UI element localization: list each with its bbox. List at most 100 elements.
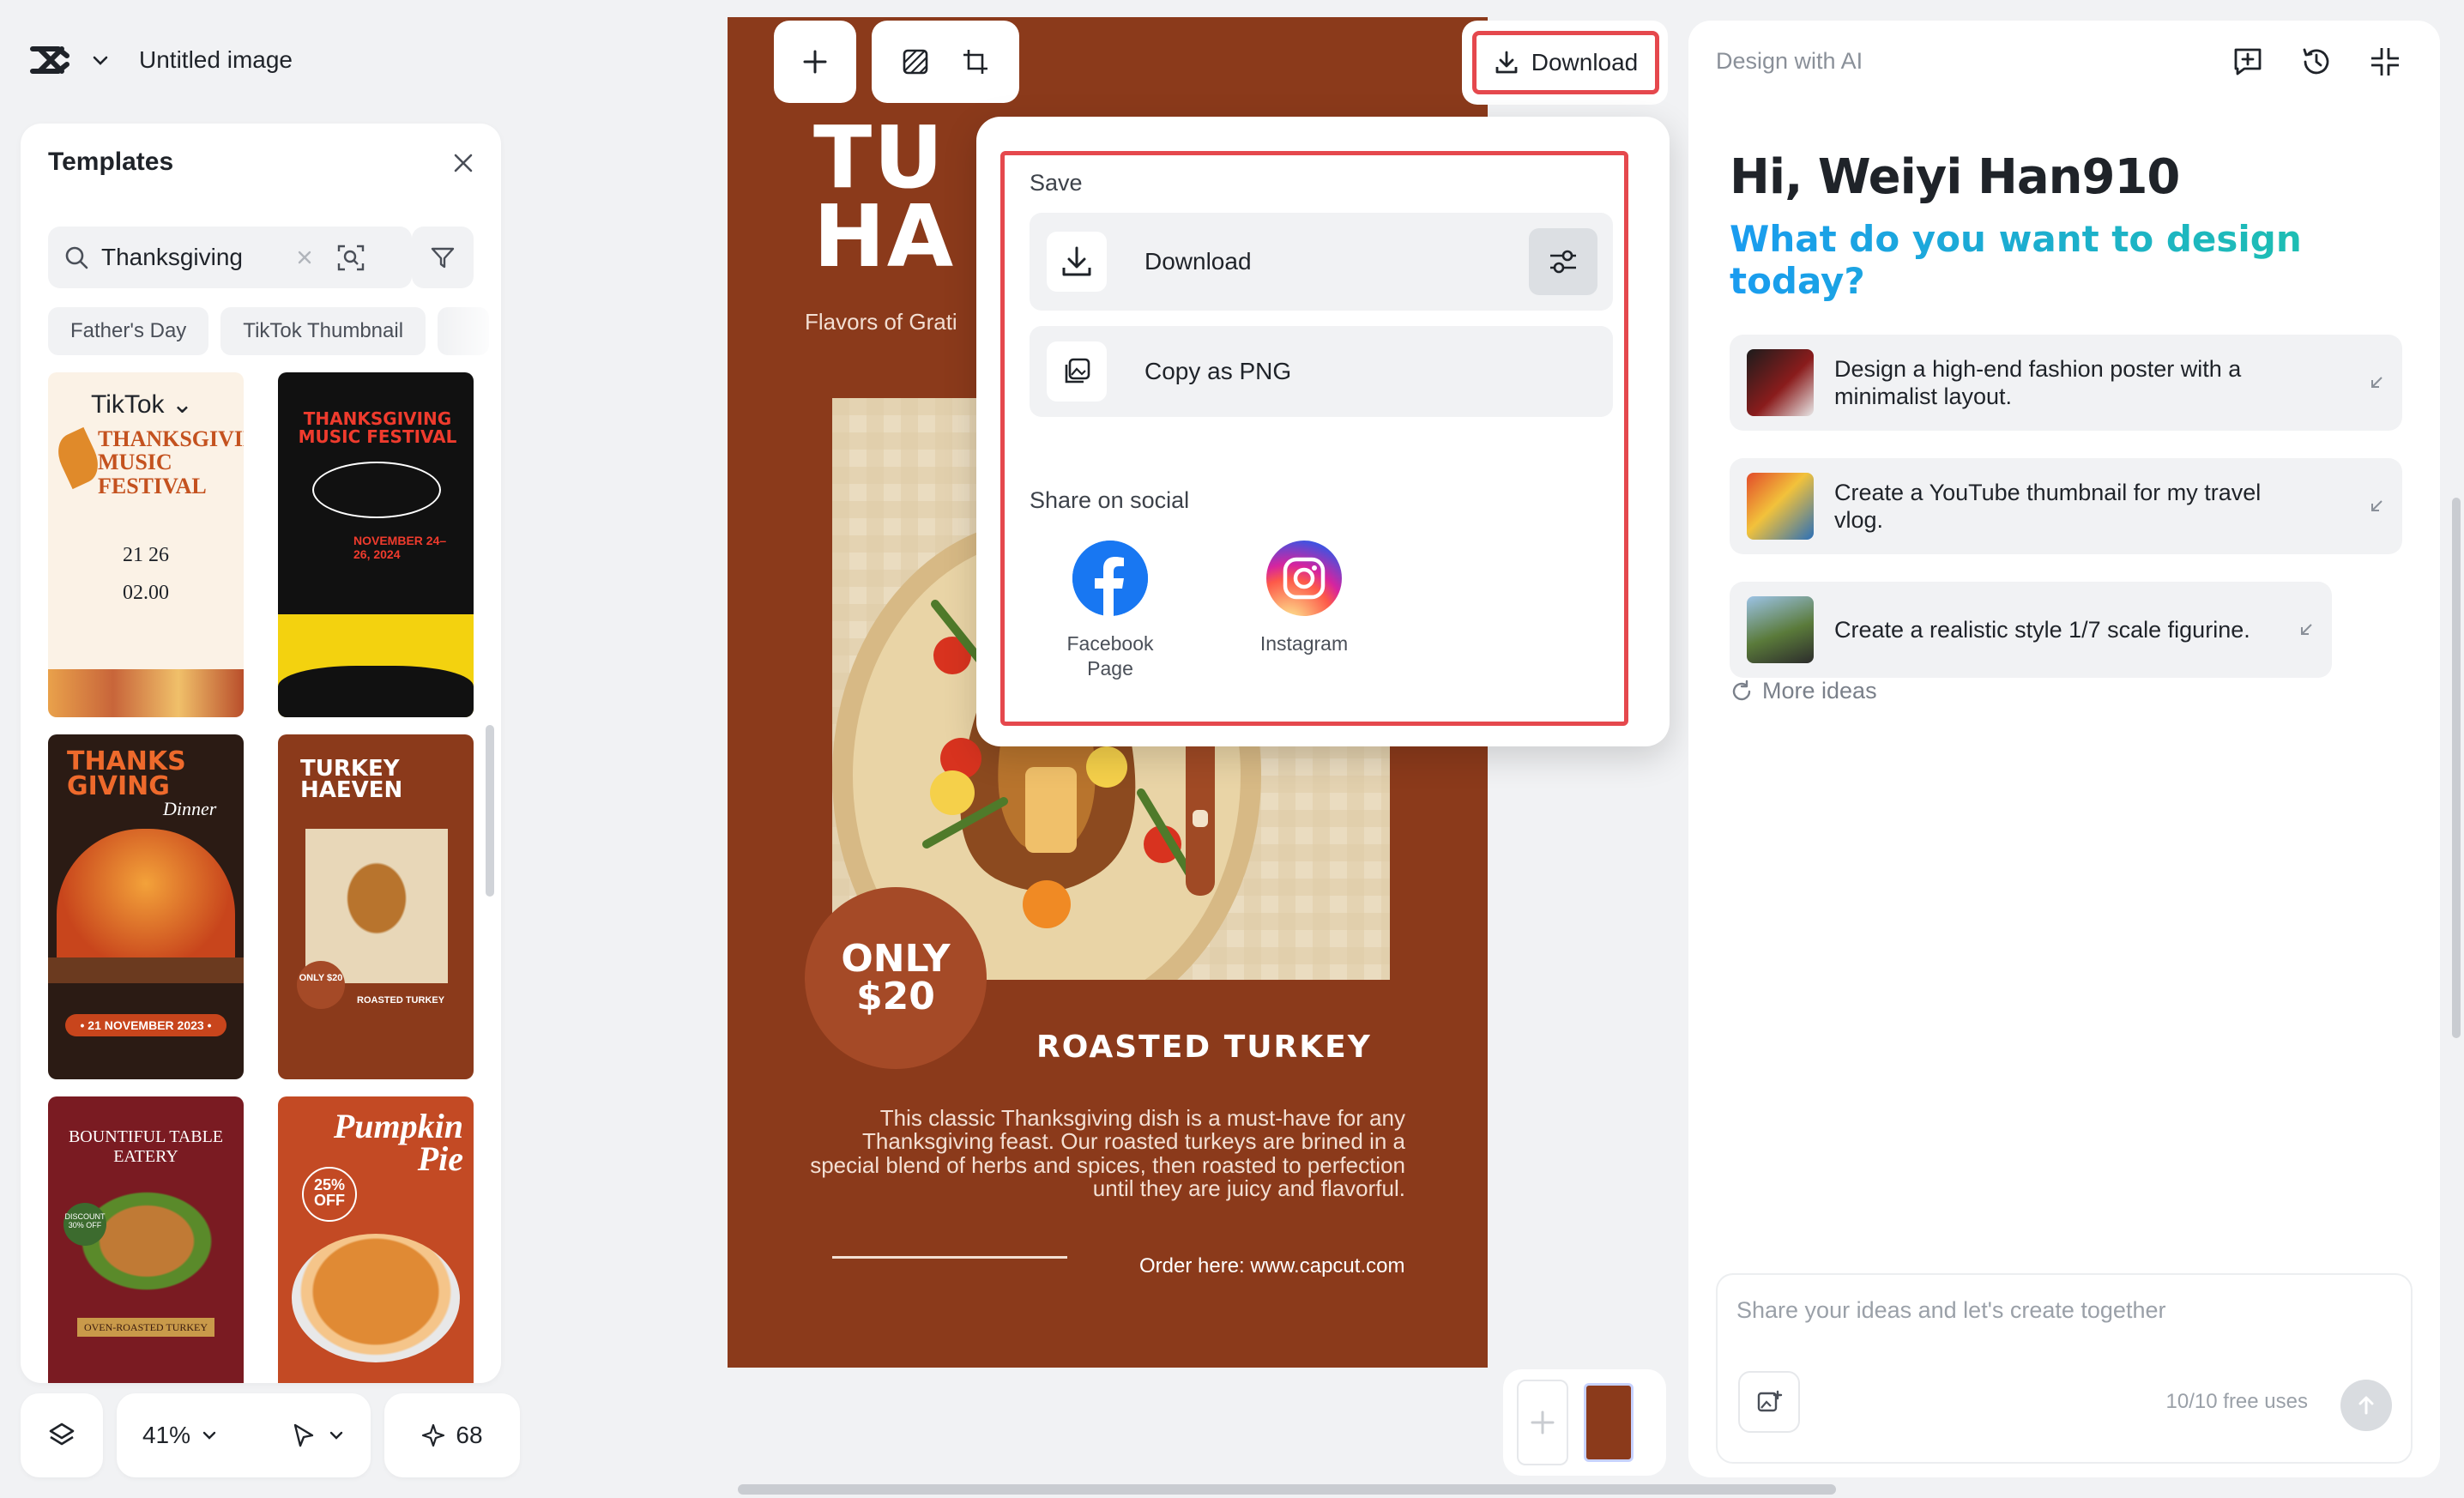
- greeting-subtitle: What do you want to design today?: [1730, 218, 2440, 302]
- history-icon[interactable]: [2299, 45, 2334, 79]
- template-heading: ROASTED TURKEY: [357, 995, 445, 1006]
- canvas-heading[interactable]: ROASTED TURKEY: [1036, 1030, 1372, 1065]
- layers-icon: [47, 1421, 76, 1450]
- template-subtitle: Dinner: [163, 798, 217, 819]
- arrow-down-left-icon: [2277, 621, 2315, 638]
- share-facebook-page[interactable]: Facebook Page: [1042, 541, 1179, 681]
- zoom-selector[interactable]: 41%: [117, 1393, 371, 1477]
- upload-image-button[interactable]: [1738, 1371, 1800, 1433]
- canvas-title-line-2: HA: [813, 186, 956, 287]
- arrow-down-left-icon: [2347, 374, 2385, 391]
- canvas-subtitle[interactable]: Flavors of Grati: [805, 309, 957, 335]
- image-add-icon: [1755, 1388, 1783, 1416]
- chevron-down-icon[interactable]: [91, 51, 110, 69]
- template-chips: Father's Day TikTok Thumbnail: [48, 307, 490, 355]
- template-heading: OVEN-ROASTED TURKEY: [77, 1318, 214, 1337]
- template-title: THANKSGIVING MUSIC FESTIVAL: [98, 426, 244, 498]
- filter-button[interactable]: [412, 227, 474, 288]
- template-badge: DISCOUNT 30% OFF: [63, 1203, 106, 1246]
- ai-panel-scrollbar[interactable]: [2452, 498, 2461, 1038]
- template-badge: ONLY $20: [297, 961, 345, 1009]
- template-search-box[interactable]: [48, 227, 412, 288]
- idea-thumbnail: [1747, 349, 1814, 416]
- share-instagram[interactable]: Instagram: [1235, 541, 1373, 656]
- templates-scrollbar[interactable]: [486, 725, 494, 897]
- pages-strip: [1503, 1369, 1666, 1476]
- template-title: BOUNTIFUL TABLE EATERY: [68, 1127, 224, 1166]
- idea-text: Create a realistic style 1/7 scale figur…: [1834, 616, 2250, 643]
- collapse-icon[interactable]: [2368, 45, 2402, 79]
- template-card-music-festival[interactable]: THANKSGIVING MUSIC FESTIVAL NOVEMBER 24–…: [278, 372, 474, 717]
- bubble-decoration: [312, 462, 441, 518]
- template-card-thanksgiving-festival[interactable]: TikTok ⌄ THANKSGIVING MUSIC FESTIVAL 21 …: [48, 372, 244, 717]
- download-button-label: Download: [1531, 49, 1639, 76]
- new-chat-icon[interactable]: [2231, 45, 2265, 79]
- download-settings-button[interactable]: [1529, 228, 1597, 295]
- capcut-logo-icon[interactable]: [27, 37, 74, 83]
- horizontal-scrollbar[interactable]: [738, 1484, 1836, 1495]
- zoom-value: 41%: [142, 1422, 191, 1448]
- template-search-input[interactable]: [101, 244, 290, 271]
- copy-as-png-option[interactable]: Copy as PNG: [1030, 326, 1613, 417]
- chip-fathers-day[interactable]: Father's Day: [48, 307, 209, 355]
- plus-icon: [1528, 1408, 1557, 1437]
- plus-icon: [800, 47, 830, 76]
- more-ideas-label: More ideas: [1762, 678, 1877, 704]
- credits-button[interactable]: 68: [384, 1393, 520, 1477]
- idea-thumbnail: [1747, 596, 1814, 663]
- template-card-pumpkin-pie[interactable]: Pumpkin Pie 25% OFF: [278, 1096, 474, 1383]
- search-icon: [63, 245, 89, 270]
- template-card-bountiful-table[interactable]: BOUNTIFUL TABLE EATERY DISCOUNT 30% OFF …: [48, 1096, 244, 1383]
- template-date: NOVEMBER 24–26, 2024: [353, 534, 447, 561]
- turkey-photo: [305, 829, 448, 983]
- top-bar: Untitled image: [0, 0, 480, 120]
- idea-card[interactable]: Create a realistic style 1/7 scale figur…: [1730, 582, 2332, 678]
- crowd-decoration: [48, 669, 244, 717]
- add-element-button[interactable]: [774, 21, 856, 103]
- filter-icon: [429, 244, 456, 271]
- instagram-icon: [1266, 541, 1342, 616]
- copy-image-icon: [1047, 341, 1107, 402]
- idea-card[interactable]: Create a YouTube thumbnail for my travel…: [1730, 458, 2402, 554]
- download-button[interactable]: Download: [1472, 31, 1659, 94]
- document-title[interactable]: Untitled image: [139, 46, 293, 74]
- facebook-icon: [1072, 541, 1148, 616]
- more-ideas-button[interactable]: More ideas: [1730, 678, 1877, 704]
- background-pattern-icon[interactable]: [901, 47, 930, 76]
- ai-panel-title: Design with AI: [1716, 48, 1863, 74]
- add-page-button[interactable]: [1517, 1380, 1568, 1465]
- close-icon[interactable]: [451, 151, 475, 175]
- greeting: Hi, Weiyi Han910: [1730, 149, 2180, 205]
- tiktok-label: TikTok ⌄: [91, 390, 194, 419]
- resize-icon[interactable]: [961, 47, 990, 76]
- price-badge[interactable]: ONLY $20: [805, 887, 987, 1069]
- download-option[interactable]: Download: [1030, 213, 1613, 311]
- ai-prompt-input[interactable]: [1736, 1297, 2389, 1349]
- free-uses-counter: 10/10 free uses: [2165, 1390, 2308, 1413]
- chip-tiktok-thumbnail[interactable]: TikTok Thumbnail: [220, 307, 426, 355]
- template-badge: 25% OFF: [302, 1167, 357, 1222]
- crowd-silhouette: [278, 666, 474, 717]
- idea-text: Create a YouTube thumbnail for my travel…: [1834, 479, 2262, 533]
- canvas-body-text[interactable]: This classic Thanksgiving dish is a must…: [805, 1106, 1405, 1200]
- canvas-title[interactable]: TU HA: [813, 115, 956, 287]
- template-title: Pumpkin Pie: [333, 1107, 463, 1178]
- page-thumbnail[interactable]: [1584, 1383, 1634, 1462]
- canvas-tools-group: [872, 21, 1019, 103]
- idea-card[interactable]: Design a high-end fashion poster with a …: [1730, 335, 2402, 431]
- family-illustration: [57, 829, 235, 966]
- price-badge-line-1: ONLY: [841, 937, 951, 981]
- template-card-turkey-haeven[interactable]: TURKEY HAEVEN ONLY $20 ROASTED TURKEY: [278, 734, 474, 1079]
- templates-panel: Templates Father's Day TikTok Thumbnail …: [21, 124, 501, 1383]
- ai-panel: Design with AI Hi, Weiyi Han910 What do …: [1688, 21, 2440, 1477]
- canvas-order-link[interactable]: Order here: www.capcut.com: [1139, 1254, 1404, 1278]
- image-search-icon[interactable]: [336, 243, 365, 272]
- pointer-icon[interactable]: [290, 1422, 317, 1449]
- facebook-label-line-2: Page: [1087, 656, 1133, 680]
- chevron-down-icon[interactable]: [328, 1427, 345, 1444]
- layers-button[interactable]: [21, 1393, 103, 1477]
- idea-thumbnail: [1747, 473, 1814, 540]
- template-card-thanksgiving-dinner[interactable]: THANKS GIVING Dinner • 21 NOVEMBER 2023 …: [48, 734, 244, 1079]
- send-button[interactable]: [2340, 1380, 2392, 1431]
- clear-icon[interactable]: [297, 250, 312, 265]
